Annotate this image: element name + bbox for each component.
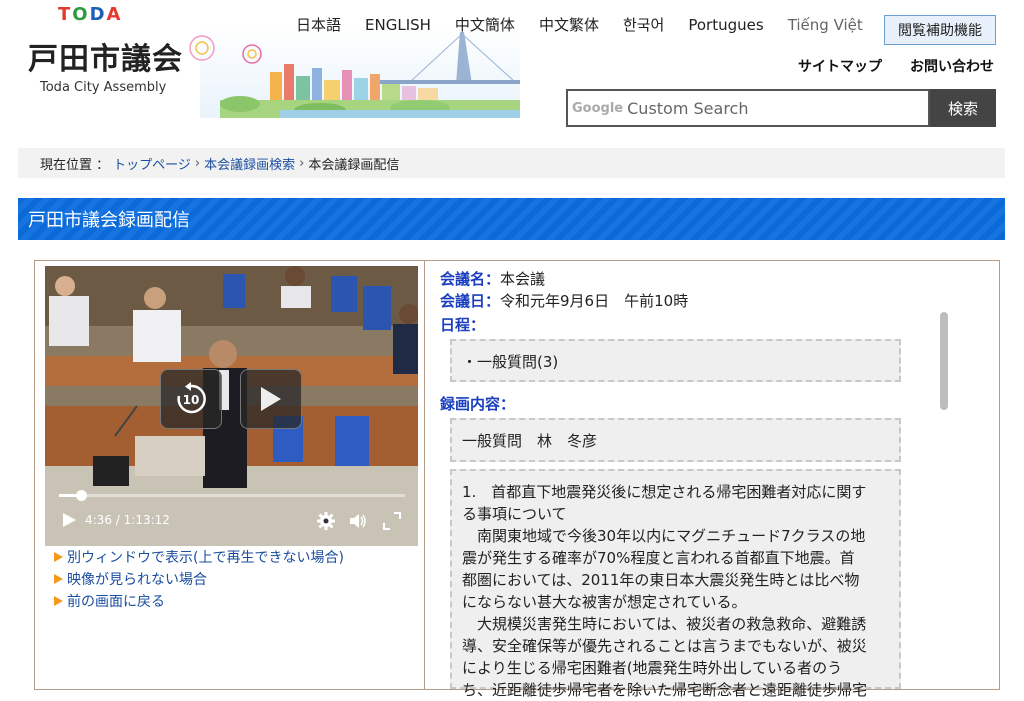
breadcrumb-separator: ›	[194, 155, 201, 171]
meeting-name-label: 会議名：	[440, 270, 501, 288]
breadcrumb-item-top[interactable]: トップページ	[113, 154, 191, 173]
fullscreen-icon[interactable]	[383, 512, 401, 530]
scrollbar-thumb[interactable]	[940, 312, 948, 410]
arrow-right-icon	[54, 552, 63, 562]
sitemap-link[interactable]: サイトマップ	[798, 56, 882, 76]
time-display: 4:36 / 1:13:12	[85, 513, 170, 527]
rewind-10-icon: 10	[177, 382, 206, 414]
logo-letter: D	[89, 4, 105, 25]
column-divider	[424, 260, 425, 690]
recording-content-label: 録画内容：	[440, 395, 516, 413]
contact-link[interactable]: お問い合わせ	[910, 56, 994, 76]
video-controls: 4:36 / 1:13:12	[45, 486, 418, 546]
schedule-box: ・一般質問(3)	[450, 339, 901, 382]
content-line: 南関東地域で今後30年以内にマグニチュード7クラスの地	[462, 527, 866, 545]
volume-icon[interactable]	[349, 512, 367, 530]
lang-link-chinese-simplified[interactable]: 中文簡体	[455, 14, 515, 35]
lang-link-vietnamese[interactable]: Tiếng Việt	[788, 16, 863, 34]
meeting-date-value: 令和元年9月6日 午前10時	[500, 292, 689, 310]
content-row: 録画内容：	[440, 393, 515, 414]
accessibility-button[interactable]: 閲覧補助機能	[884, 15, 996, 45]
play-icon	[261, 387, 281, 411]
search-button[interactable]: 検索	[930, 89, 996, 127]
google-label: Google	[572, 100, 624, 116]
back-link-label: 前の画面に戻る	[67, 594, 165, 610]
lang-link-korean[interactable]: 한국어	[623, 14, 664, 35]
open-new-window-link[interactable]: 別ウィンドウで表示(上で再生できない場合)	[54, 546, 344, 568]
meeting-date-row: 会議日： 令和元年9月6日 午前10時	[440, 290, 688, 311]
video-help-link-label: 映像が見られない場合	[67, 572, 207, 588]
lang-link-english[interactable]: ENGLISH	[365, 16, 431, 34]
city-banner-illustration	[189, 24, 520, 118]
breadcrumb-item-current: 本会議録画配信	[308, 157, 400, 173]
arrow-right-icon	[54, 574, 63, 584]
play-button[interactable]	[240, 369, 302, 429]
open-new-window-link-label: 別ウィンドウで表示(上で再生できない場合)	[67, 550, 344, 566]
lang-link-portuguese[interactable]: Portugues	[688, 16, 763, 34]
duration: / 1:13:12	[115, 513, 170, 527]
site-header: T O D A 戸田市議会 Toda City Assembly 日本語 ENG…	[0, 0, 1024, 140]
utility-nav: サイトマップ お問い合わせ	[798, 56, 994, 76]
rewind-10-button[interactable]: 10	[160, 369, 222, 429]
small-play-icon[interactable]	[61, 512, 77, 528]
logo-subtitle: Toda City Assembly	[40, 80, 167, 95]
lang-link-japanese[interactable]: 日本語	[296, 14, 341, 35]
content-line: 震が発生する確率が70%程度と言われる首都直下地震。首	[462, 549, 855, 567]
meeting-name-row: 会議名： 本会議	[440, 268, 545, 289]
search-placeholder: Custom Search	[627, 98, 749, 118]
breadcrumb-separator: ›	[299, 155, 305, 171]
logo-letter: O	[72, 4, 88, 25]
schedule-item: ・一般質問(3)	[462, 353, 559, 371]
svg-text:10: 10	[183, 393, 200, 407]
breadcrumb-item-search[interactable]: 本会議録画検索	[204, 154, 295, 173]
progress-thumb[interactable]	[75, 490, 87, 501]
player-links: 別ウィンドウで表示(上で再生できない場合) 映像が見られない場合 前の画面に戻る	[54, 546, 344, 612]
speaker-box: 一般質問 林 冬彦	[450, 418, 901, 462]
arrow-right-icon	[54, 596, 63, 606]
meeting-date-label: 会議日：	[440, 292, 501, 310]
search-input[interactable]: Google Custom Search	[566, 89, 930, 127]
breadcrumb: 現在位置 ： トップページ › 本会議録画検索 › 本会議録画配信	[18, 148, 1005, 178]
video-help-link[interactable]: 映像が見られない場合	[54, 568, 344, 590]
schedule-label: 日程：	[440, 316, 486, 334]
content-line: 導、安全確保等が優先されることは言うまでもないが、被災	[462, 637, 867, 655]
logo-letter: A	[106, 4, 121, 25]
content-line: にならない甚大な被害が想定されている。	[462, 593, 747, 611]
speaker-name: 一般質問 林 冬彦	[462, 432, 598, 450]
content-line: 1. 首都直下地震発災後に想定される帰宅困難者対応に関す	[462, 483, 867, 501]
question-content-box: 1. 首都直下地震発災後に想定される帰宅困難者対応に関す る事項について 南関東…	[450, 469, 901, 699]
meeting-name-value: 本会議	[500, 270, 546, 288]
logo-letter: T	[58, 4, 71, 25]
content-line: 大規模災害発生時においては、被災者の救急救命、避難誘	[462, 615, 867, 633]
back-link[interactable]: 前の画面に戻る	[54, 590, 344, 612]
content-line: 都圏においては、2011年の東日本大震災発生時とは比べ物	[462, 571, 860, 589]
page-title: 戸田市議会録画配信	[18, 198, 1005, 240]
logo-mark: T O D A	[58, 4, 120, 26]
content-line: ち、近距離徒歩帰宅者を除いた帰宅断念者と遠距離徒歩帰宅	[462, 681, 868, 699]
progress-bar[interactable]	[59, 490, 405, 501]
settings-gear-icon[interactable]	[317, 512, 335, 530]
lang-link-chinese-traditional[interactable]: 中文繁体	[539, 14, 599, 35]
content-line: る事項について	[462, 505, 567, 523]
breadcrumb-prefix: 現在位置 ：	[40, 157, 110, 173]
current-time: 4:36	[85, 513, 112, 527]
schedule-row: 日程：	[440, 314, 485, 335]
language-nav: 日本語 ENGLISH 中文簡体 中文繁体 한국어 Portugues Tiến…	[296, 14, 887, 35]
